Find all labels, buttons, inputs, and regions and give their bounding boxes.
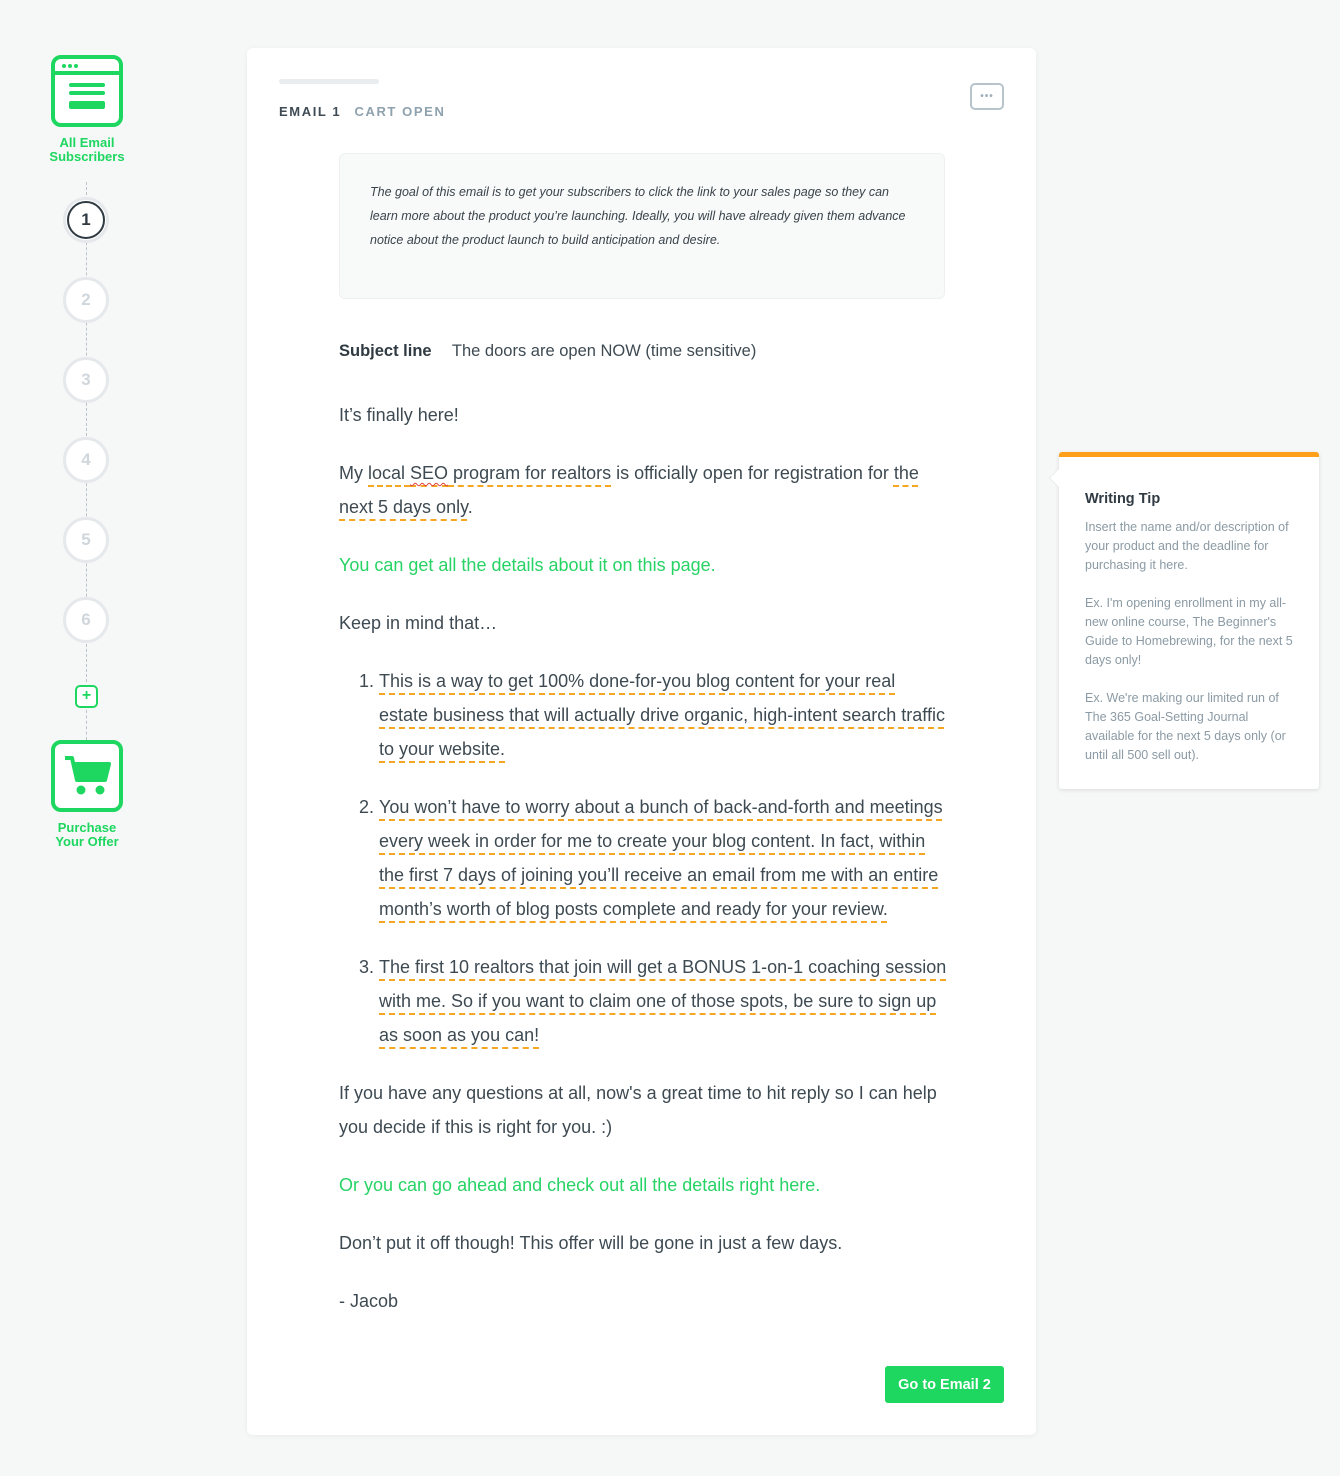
browser-window-icon — [55, 64, 119, 109]
subject-value[interactable]: The doors are open NOW (time sensitive) — [452, 342, 756, 360]
body-paragraph: If you have any questions at all, now's … — [339, 1083, 937, 1137]
add-step-button[interactable]: + — [75, 685, 98, 708]
step-4-button[interactable]: 4 — [63, 437, 109, 483]
email-name: CART OPEN — [354, 104, 446, 119]
purchase-offer-label: Purchase Your Offer — [55, 820, 119, 849]
list-item: The first 10 realtors that join will get… — [379, 950, 949, 1052]
purchase-offer-node[interactable] — [51, 740, 123, 812]
more-options-button[interactable]: ••• — [970, 83, 1004, 110]
body-paragraph: Don’t put it off though! This offer will… — [339, 1233, 843, 1253]
rail-connector — [86, 710, 87, 740]
email-header: EMAIL 1 CART OPEN — [279, 104, 445, 119]
progress-bar — [279, 79, 379, 84]
highlighted-placeholder[interactable]: local SEO program for realtors — [368, 463, 611, 483]
step-5-button[interactable]: 5 — [63, 517, 109, 563]
all-email-subscribers-node[interactable] — [51, 55, 123, 127]
body-paragraph: It’s finally here! — [339, 405, 459, 425]
list-item: You won’t have to worry about a bunch of… — [379, 790, 949, 926]
email-goal-box: The goal of this email is to get your su… — [339, 153, 945, 299]
step-2-button[interactable]: 2 — [63, 277, 109, 323]
step-6-button[interactable]: 6 — [63, 597, 109, 643]
highlighted-placeholder[interactable]: This is a way to get 100% done-for-you b… — [379, 671, 945, 759]
spellcheck-word: SEO — [410, 463, 449, 483]
body-paragraph: Keep in mind that… — [339, 613, 498, 633]
shopping-cart-icon — [65, 756, 111, 795]
go-to-next-email-button[interactable]: Go to Email 2 — [885, 1366, 1004, 1403]
step-3-button[interactable]: 3 — [63, 357, 109, 403]
benefits-list: This is a way to get 100% done-for-you b… — [339, 664, 949, 1052]
sales-page-link[interactable]: You can get all the details about it on … — [339, 548, 949, 582]
highlighted-placeholder[interactable]: You won’t have to worry about a bunch of… — [379, 797, 943, 919]
email-goal-text: The goal of this email is to get your su… — [370, 185, 906, 247]
email-card: EMAIL 1 CART OPEN ••• The goal of this e… — [247, 48, 1036, 1435]
signature: - Jacob — [339, 1291, 399, 1311]
details-link[interactable]: Or you can go ahead and check out all th… — [339, 1168, 949, 1202]
subject-label: Subject line — [339, 342, 432, 360]
writing-tip-example: Ex. We're making our limited run of The … — [1085, 691, 1286, 762]
subject-line: Subject line The doors are open NOW (tim… — [339, 334, 949, 368]
step-1-button[interactable]: 1 — [63, 197, 109, 243]
body-paragraph: My local SEO program for realtors is off… — [339, 463, 919, 517]
highlighted-placeholder[interactable]: The first 10 realtors that join will get… — [379, 957, 946, 1045]
writing-tip-example: Ex. I'm opening enrollment in my all-new… — [1085, 596, 1293, 667]
writing-tip-text: Insert the name and/or description of yo… — [1085, 520, 1289, 572]
plus-icon: + — [81, 687, 92, 704]
email-sequence-rail: All Email Subscribers 1 2 3 4 5 6 + Purc… — [0, 0, 174, 900]
ellipsis-icon: ••• — [980, 91, 994, 102]
writing-tip-popover: Writing Tip Insert the name and/or descr… — [1050, 452, 1319, 789]
writing-tip-title: Writing Tip — [1085, 491, 1161, 507]
popover-arrow — [1050, 469, 1059, 487]
all-email-subscribers-label: All Email Subscribers — [49, 135, 125, 164]
email-number: EMAIL 1 — [279, 104, 342, 119]
list-item: This is a way to get 100% done-for-you b… — [379, 664, 949, 766]
email-body[interactable]: Subject line The doors are open NOW (tim… — [339, 334, 949, 1342]
